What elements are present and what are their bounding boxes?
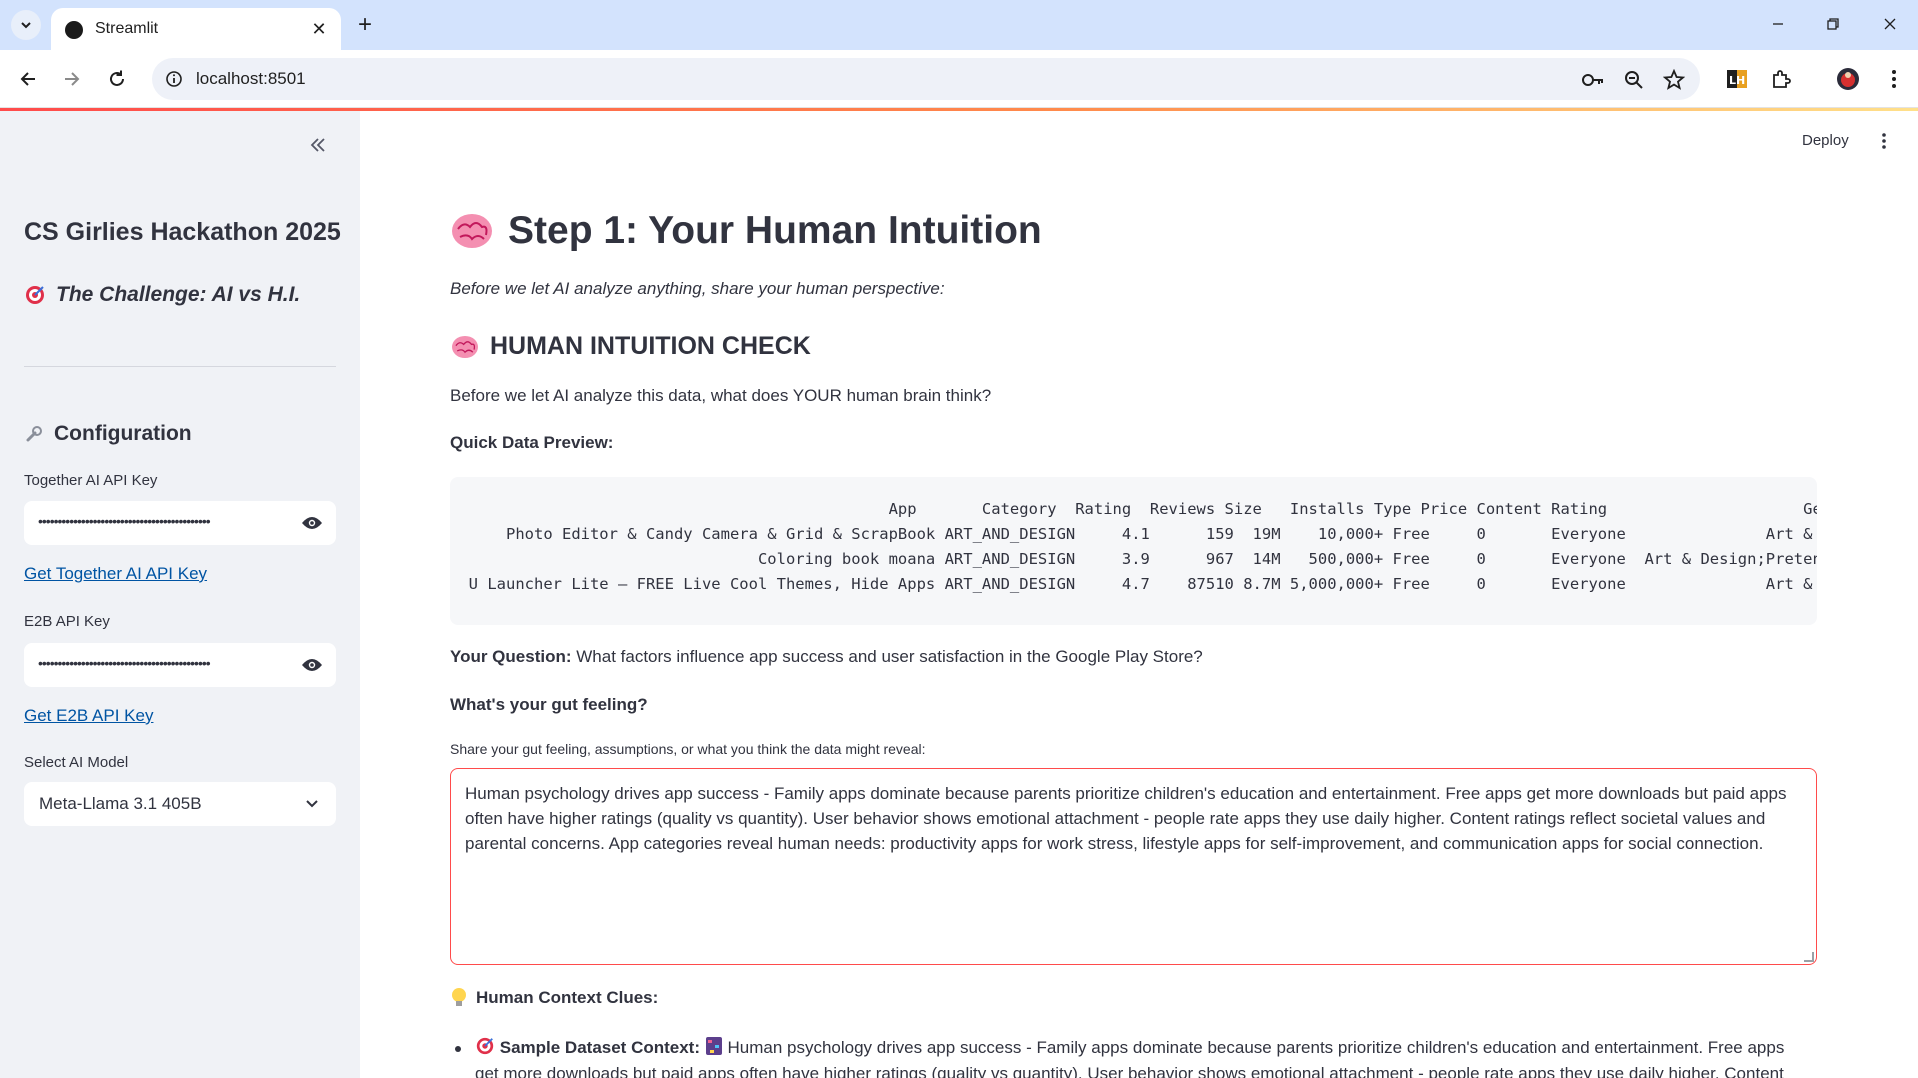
question-label: Your Question: <box>450 647 572 666</box>
get-together-api-key-link[interactable]: Get Together AI API Key <box>24 564 207 584</box>
question-line: Your Question: What factors influence ap… <box>450 647 1203 667</box>
extensions-puzzle-icon[interactable] <box>1768 66 1794 92</box>
gut-feeling-text: Human psychology drives app success - Fa… <box>465 784 1787 853</box>
address-bar[interactable]: localhost:8501 <box>152 58 1700 100</box>
model-select-label: Select AI Model <box>24 754 129 771</box>
configuration-text: Configuration <box>54 422 192 445</box>
sidebar-divider <box>24 366 336 367</box>
password-key-icon[interactable] <box>1580 67 1606 93</box>
url-text: localhost:8501 <box>196 69 306 88</box>
restore-icon[interactable] <box>1813 8 1853 40</box>
tab-search-button[interactable] <box>11 10 41 40</box>
context-clues-text: Human Context Clues: <box>476 988 659 1007</box>
brain-icon <box>452 214 492 248</box>
show-password-eye-icon[interactable] <box>300 512 324 534</box>
extension-lh-icon[interactable]: LH <box>1724 66 1750 92</box>
together-api-key-input[interactable]: ••••••••••••••••••••••••••••••••••••••••… <box>24 501 336 545</box>
sidebar-title: CS Girlies Hackathon 2025 <box>24 218 341 246</box>
browser-tab-bar: Streamlit ✕ + <box>0 0 1918 50</box>
question-text: What factors influence app success and u… <box>576 647 1203 666</box>
browser-toolbar: localhost:8501 LH <box>0 50 1918 108</box>
data-preview-text: App Category Rating Reviews Size Install… <box>468 500 1817 593</box>
section-heading-text: HUMAN INTUITION CHECK <box>490 332 811 360</box>
preview-label: Quick Data Preview: <box>450 433 614 452</box>
close-window-icon[interactable] <box>1870 8 1910 40</box>
close-tab-icon[interactable]: ✕ <box>309 19 329 39</box>
together-api-key-label: Together AI API Key <box>24 472 158 489</box>
bullet-dot <box>455 1046 461 1052</box>
back-icon[interactable] <box>13 64 43 94</box>
forward-icon[interactable] <box>57 64 87 94</box>
context-clues-heading: Human Context Clues: <box>450 987 658 1009</box>
together-api-key-value: ••••••••••••••••••••••••••••••••••••••••… <box>38 513 211 529</box>
chevron-down-icon <box>21 22 31 29</box>
clue-text-block: Sample Dataset Context: Human psychology… <box>475 1035 1810 1078</box>
collapse-sidebar-icon[interactable] <box>304 131 332 159</box>
e2b-api-key-value: ••••••••••••••••••••••••••••••••••••••••… <box>38 655 211 671</box>
streamlit-favicon-icon <box>65 21 83 39</box>
clue-label: Sample Dataset Context: <box>499 1038 701 1057</box>
main-content: Deploy Step 1: Your Human Intuition Befo… <box>360 111 1918 1078</box>
zoom-icon[interactable] <box>1621 67 1647 93</box>
wrench-icon <box>26 426 42 442</box>
site-info-icon[interactable] <box>162 67 186 91</box>
section-heading: HUMAN INTUITION CHECK <box>450 332 811 361</box>
resize-handle-icon[interactable] <box>1804 952 1814 962</box>
svg-text:LH: LH <box>1729 74 1745 87</box>
gut-feeling-heading: What's your gut feeling? <box>450 695 648 714</box>
target-icon <box>476 1037 494 1055</box>
data-preview-block: App Category Rating Reviews Size Install… <box>450 477 1817 625</box>
lightbulb-icon <box>452 988 466 1006</box>
tab-title: Streamlit <box>95 20 159 37</box>
profile-avatar[interactable] <box>1835 66 1861 92</box>
target-icon <box>26 286 44 304</box>
intro-text: Before we let AI analyze anything, share… <box>450 279 945 298</box>
page-title: Step 1: Your Human Intuition <box>450 209 1042 253</box>
bookmark-star-icon[interactable] <box>1661 67 1687 93</box>
challenge-heading: The Challenge: AI vs H.I. <box>24 283 300 307</box>
show-password-eye-icon[interactable] <box>300 654 324 676</box>
section-question: Before we let AI analyze this data, what… <box>450 386 992 405</box>
get-e2b-api-key-link[interactable]: Get E2B API Key <box>24 706 153 726</box>
model-select[interactable]: Meta-Llama 3.1 405B <box>24 782 336 826</box>
new-tab-icon[interactable]: + <box>352 11 378 38</box>
browser-tab[interactable]: Streamlit ✕ <box>51 8 341 50</box>
brain-icon <box>452 335 478 358</box>
sidebar: CS Girlies Hackathon 2025 The Challenge:… <box>0 111 360 1078</box>
abacus-icon <box>705 1037 722 1055</box>
page-title-text: Step 1: Your Human Intuition <box>508 209 1042 252</box>
e2b-api-key-input[interactable]: ••••••••••••••••••••••••••••••••••••••••… <box>24 643 336 687</box>
challenge-text: The Challenge: AI vs H.I. <box>56 283 301 306</box>
minimize-icon[interactable] <box>1758 8 1798 40</box>
chevron-down-icon <box>302 794 322 814</box>
textarea-label: Share your gut feeling, assumptions, or … <box>450 741 926 757</box>
browser-menu-icon[interactable] <box>1881 66 1907 92</box>
deploy-button[interactable]: Deploy <box>1802 132 1849 149</box>
reload-icon[interactable] <box>102 64 132 94</box>
e2b-api-key-label: E2B API Key <box>24 613 110 630</box>
gut-feeling-textarea[interactable]: Human psychology drives app success - Fa… <box>450 768 1817 965</box>
main-menu-icon[interactable] <box>1874 129 1894 153</box>
configuration-heading: Configuration <box>24 422 192 446</box>
model-select-value: Meta-Llama 3.1 405B <box>39 794 202 813</box>
